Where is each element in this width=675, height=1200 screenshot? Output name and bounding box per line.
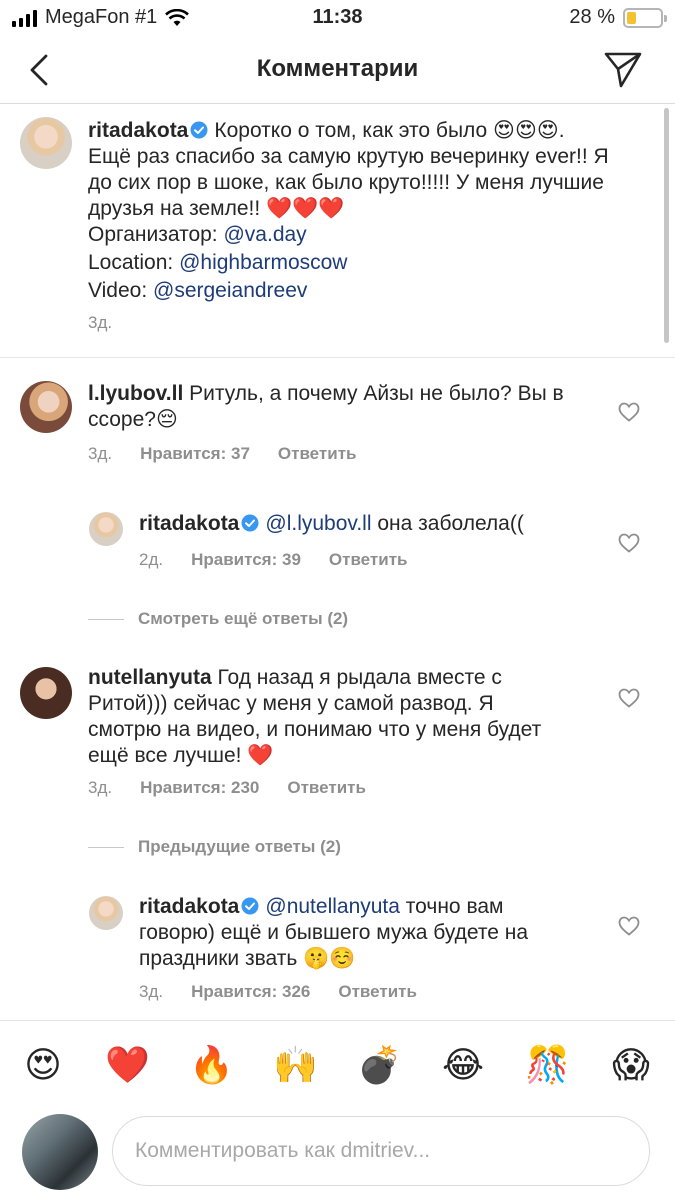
timestamp: 3д. xyxy=(88,444,113,463)
like-heart-icon[interactable] xyxy=(618,402,640,422)
red-heart-emoji-button[interactable]: ❤️ xyxy=(105,1045,150,1085)
raised-hands-emoji-button[interactable]: 🙌 xyxy=(273,1045,318,1085)
emoji-quick-bar: 😍 ❤️ 🔥 🙌 💣 😂 🎊 😱 xyxy=(0,1020,675,1108)
verified-badge-icon xyxy=(190,121,208,139)
avatar[interactable] xyxy=(20,667,72,719)
view-more-replies[interactable]: Смотреть ещё ответы (2) xyxy=(88,609,348,629)
username[interactable]: nutellanyuta xyxy=(88,666,212,689)
reply-button[interactable]: Ответить xyxy=(278,444,357,464)
reply-button[interactable]: Ответить xyxy=(329,550,408,570)
likes-count[interactable]: Нравится: 230 xyxy=(140,778,259,798)
my-avatar[interactable] xyxy=(22,1114,98,1190)
likes-count[interactable]: Нравится: 37 xyxy=(140,444,250,464)
username[interactable]: ritadakota xyxy=(88,119,188,142)
caption-text: ritadakota Коротко о том, как это было 😍😍… xyxy=(88,119,609,302)
divider-line xyxy=(88,618,124,620)
fire-emoji-button[interactable]: 🔥 xyxy=(189,1045,234,1085)
timestamp: 3д. xyxy=(139,982,164,1001)
avatar[interactable] xyxy=(89,512,123,546)
like-heart-icon[interactable] xyxy=(618,916,640,936)
comment-text: nutellanyuta Год назад я рыдала вместе с… xyxy=(88,666,542,767)
comment-meta: 3д. Нравится: 37 Ответить xyxy=(88,444,356,464)
mention-link[interactable]: @highbarmoscow xyxy=(179,251,347,274)
confetti-emoji-button[interactable]: 🎊 xyxy=(525,1045,570,1085)
timestamp: 2д. xyxy=(139,550,164,569)
likes-count[interactable]: Нравится: 39 xyxy=(191,550,301,570)
avatar[interactable] xyxy=(20,117,72,169)
timestamp: 3д. xyxy=(88,778,113,797)
comment-meta: 3д. xyxy=(88,313,112,333)
timestamp: 3д. xyxy=(88,313,113,332)
comment-text: l.lyubov.ll Ритуль, а почему Айзы не был… xyxy=(88,382,564,431)
verified-badge-icon xyxy=(241,514,259,532)
comment-text: ritadakota @nutellanyuta точно вам говорю… xyxy=(139,895,529,970)
avatar[interactable] xyxy=(89,896,123,930)
divider-line xyxy=(88,846,124,848)
page-title: Комментарии xyxy=(256,55,419,82)
battery-percent: 28 % xyxy=(569,6,615,28)
mention-link[interactable]: @nutellanyuta xyxy=(265,895,400,918)
bomb-emoji-button[interactable]: 💣 xyxy=(357,1045,402,1085)
status-right: 28 % xyxy=(569,6,667,29)
verified-badge-icon xyxy=(241,897,259,915)
comment-meta: 3д. Нравится: 230 Ответить xyxy=(88,778,366,798)
username[interactable]: l.lyubov.ll xyxy=(88,382,183,405)
likes-count[interactable]: Нравится: 326 xyxy=(191,982,310,1002)
mention-link[interactable]: @sergeiandreev xyxy=(153,279,307,302)
username[interactable]: ritadakota xyxy=(139,512,239,535)
tears-of-joy-emoji-button[interactable]: 😂 xyxy=(441,1045,485,1085)
reply-button[interactable]: Ответить xyxy=(338,982,417,1002)
mention-link[interactable]: @l.lyubov.ll xyxy=(265,512,371,535)
like-heart-icon[interactable] xyxy=(618,533,640,553)
battery-icon xyxy=(623,7,667,28)
status-bar: MegaFon #1 11:38 28 % xyxy=(0,0,675,36)
comment-input-wrapper[interactable] xyxy=(112,1116,650,1186)
comment-composer xyxy=(0,1108,675,1200)
caption-comment: ritadakota Коротко о том, как это было 😍😍… xyxy=(0,105,675,358)
username[interactable]: ritadakota xyxy=(139,895,239,918)
previous-replies[interactable]: Предыдущие ответы (2) xyxy=(88,837,341,857)
heart-eyes-emoji-button[interactable]: 😍 xyxy=(21,1045,65,1085)
comment-meta: 3д. Нравится: 326 Ответить xyxy=(139,982,417,1002)
like-heart-icon[interactable] xyxy=(618,688,640,708)
header: Комментарии xyxy=(0,36,675,104)
comment-meta: 2д. Нравится: 39 Ответить xyxy=(139,550,407,570)
scream-emoji-button[interactable]: 😱 xyxy=(609,1045,653,1085)
mention-link[interactable]: @va.day xyxy=(223,223,306,246)
avatar[interactable] xyxy=(20,381,72,433)
direct-send-icon[interactable] xyxy=(603,49,643,89)
reply-button[interactable]: Ответить xyxy=(287,778,366,798)
comment-text: ritadakota @l.lyubov.ll она заболела(( xyxy=(139,512,524,535)
comment-input[interactable] xyxy=(135,1139,627,1163)
